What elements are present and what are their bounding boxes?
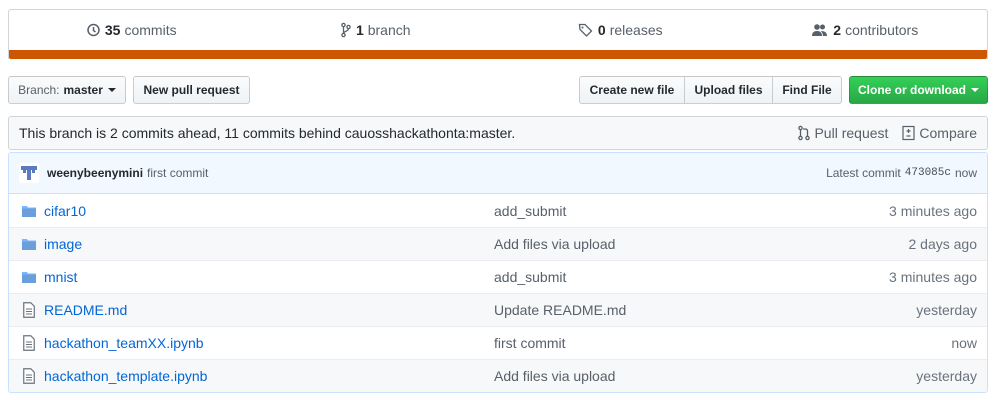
- git-branch-icon: [341, 22, 351, 38]
- releases-count: 0: [597, 22, 606, 38]
- contributors-label: contributors: [845, 22, 919, 38]
- file-name-link[interactable]: hackathon_teamXX.ipynb: [44, 335, 494, 351]
- folder-icon: [14, 236, 44, 252]
- branch-select-button[interactable]: Branch: master: [8, 76, 126, 104]
- commits-label: commits: [124, 22, 177, 38]
- file-commit-age: yesterday: [916, 368, 977, 384]
- commits-stat[interactable]: 35 commits: [9, 10, 254, 50]
- dropdown-caret-icon: [107, 88, 116, 92]
- commits-count: 35: [104, 22, 121, 38]
- diff-icon: [902, 125, 916, 141]
- file-commit-age: yesterday: [916, 302, 977, 318]
- create-new-file-button[interactable]: Create new file: [579, 76, 685, 104]
- tag-icon: [578, 23, 593, 37]
- file-row: mnist add_submit 3 minutes ago: [9, 260, 987, 293]
- folder-icon: [14, 269, 44, 285]
- file-commit-message[interactable]: Update README.md: [494, 302, 787, 318]
- branches-count: 1: [355, 22, 364, 38]
- file-icon: [14, 368, 44, 384]
- branch-status-message: This branch is 2 commits ahead, 11 commi…: [19, 125, 516, 141]
- dropdown-caret-icon: [971, 88, 979, 92]
- file-name-link[interactable]: hackathon_template.ipynb: [44, 368, 494, 384]
- file-commit-message[interactable]: add_submit: [494, 269, 787, 285]
- file-row: image Add files via upload 2 days ago: [9, 227, 987, 260]
- file-commit-age: 2 days ago: [908, 236, 978, 252]
- new-pull-request-button[interactable]: New pull request: [133, 76, 250, 104]
- file-row: cifar10 add_submit 3 minutes ago: [9, 194, 987, 227]
- branches-label: branch: [367, 22, 411, 38]
- releases-label: releases: [609, 22, 663, 38]
- identicon-icon: [21, 166, 37, 180]
- file-icon: [14, 335, 44, 351]
- compare-link[interactable]: Compare: [902, 125, 977, 141]
- commit-author[interactable]: weenybeenymini: [47, 166, 143, 180]
- folder-icon: [14, 203, 44, 219]
- file-name-link[interactable]: image: [44, 236, 494, 252]
- find-file-button[interactable]: Find File: [772, 76, 842, 104]
- language-bar[interactable]: [9, 50, 987, 59]
- compare-label: Compare: [919, 125, 977, 141]
- avatar[interactable]: [19, 163, 39, 183]
- file-commit-message[interactable]: Add files via upload: [494, 368, 787, 384]
- file-row: README.md Update README.md yesterday: [9, 293, 987, 326]
- branch-name: master: [63, 83, 103, 97]
- people-icon: [812, 24, 828, 36]
- clone-or-download-label: Clone or download: [858, 83, 966, 97]
- pull-request-link[interactable]: Pull request: [798, 125, 888, 141]
- commit-age: now: [954, 166, 977, 180]
- branch-prefix: Branch:: [18, 83, 60, 97]
- file-commit-age: 3 minutes ago: [889, 269, 977, 285]
- history-icon: [87, 23, 100, 37]
- file-commit-message[interactable]: add_submit: [494, 203, 787, 219]
- file-commit-age: now: [951, 335, 977, 351]
- file-commit-message[interactable]: Add files via upload: [494, 236, 787, 252]
- file-name-link[interactable]: cifar10: [44, 203, 494, 219]
- file-icon: [14, 302, 44, 318]
- contributors-stat[interactable]: 2 contributors: [743, 10, 988, 50]
- contributors-count: 2: [833, 22, 842, 38]
- clone-or-download-button[interactable]: Clone or download: [849, 76, 988, 104]
- commit-sha[interactable]: 473085c: [905, 167, 951, 179]
- repo-summary-bar: 35 commits 1 branch 0 releases 2 contrib…: [8, 9, 988, 59]
- git-pull-request-icon: [798, 125, 811, 141]
- releases-stat[interactable]: 0 releases: [498, 10, 743, 50]
- file-name-link[interactable]: README.md: [44, 302, 494, 318]
- file-table: weenybeenymini first commit Latest commi…: [8, 152, 988, 393]
- latest-commit-label: Latest commit: [826, 166, 901, 180]
- branch-info-bar: This branch is 2 commits ahead, 11 commi…: [8, 116, 988, 150]
- file-row: hackathon_template.ipynb Add files via up…: [9, 359, 987, 392]
- branches-stat[interactable]: 1 branch: [254, 10, 499, 50]
- latest-commit-bar: weenybeenymini first commit Latest commi…: [9, 153, 987, 194]
- upload-files-button[interactable]: Upload files: [684, 76, 773, 104]
- file-commit-age: 3 minutes ago: [889, 202, 977, 219]
- file-actions-group: Create new file Upload files Find File: [579, 76, 842, 104]
- pull-request-label: Pull request: [814, 125, 889, 141]
- commit-message[interactable]: first commit: [147, 166, 826, 180]
- file-name-link[interactable]: mnist: [44, 269, 494, 285]
- file-commit-message[interactable]: first commit: [494, 335, 787, 351]
- file-row: hackathon_teamXX.ipynb first commit now: [9, 326, 987, 359]
